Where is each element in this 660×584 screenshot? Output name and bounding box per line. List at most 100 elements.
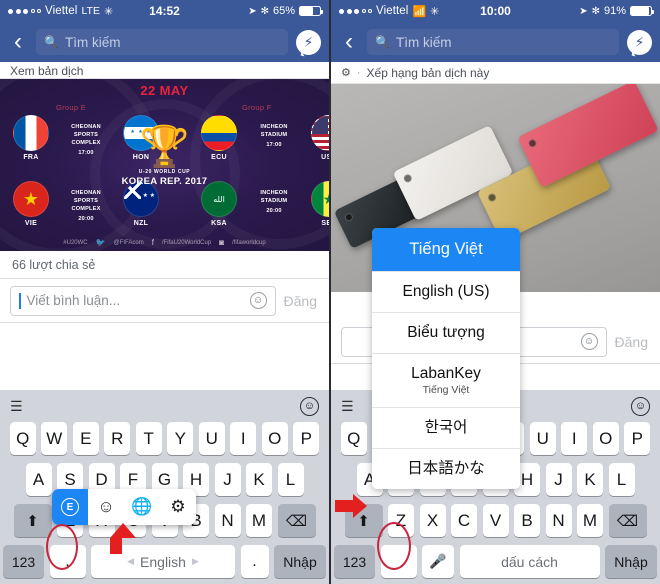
key-l[interactable]: L xyxy=(608,463,635,496)
key-w[interactable]: W xyxy=(41,422,68,455)
team-code: NZL xyxy=(133,220,149,227)
language-label: 한국어 xyxy=(424,419,468,437)
language-item-vietnamese[interactable]: Tiếng Việt xyxy=(372,228,520,272)
key-u[interactable]: U xyxy=(198,422,225,455)
post-button[interactable]: Đăng xyxy=(284,293,319,309)
key-b[interactable]: B xyxy=(514,504,540,537)
language-label: 日本語かな xyxy=(407,460,485,478)
language-item-korean[interactable]: 한국어 xyxy=(372,408,520,450)
venue-line: STADIUM xyxy=(260,132,288,139)
emoji-face-icon[interactable]: ☺ xyxy=(88,489,124,525)
period-key[interactable]: . xyxy=(240,545,269,578)
post-image-worldcup[interactable]: 22 MAY Group E Group F FRA CHEONAN SPORT… xyxy=(0,79,329,251)
space-key[interactable]: dấu cách xyxy=(459,545,600,578)
key-c[interactable]: C xyxy=(451,504,477,537)
language-item-english[interactable]: English (US) xyxy=(372,272,520,313)
team-away: NZL xyxy=(118,181,164,227)
language-label: English (US) xyxy=(402,282,490,300)
back-chevron-icon[interactable]: ‹ xyxy=(8,30,28,54)
share-count-row[interactable]: 66 lượt chia sẻ xyxy=(0,251,329,279)
battery-percent-label: 91% xyxy=(603,5,626,17)
twitter-icon: 🐦 xyxy=(95,238,106,247)
red-arrow-right-annotation xyxy=(335,494,367,518)
key-t[interactable]: T xyxy=(135,422,162,455)
key-j[interactable]: J xyxy=(214,463,241,496)
search-input[interactable]: 🔍 Tìm kiếm xyxy=(367,29,619,55)
key-i[interactable]: I xyxy=(561,422,588,455)
language-item-japanese[interactable]: 日本語かな xyxy=(372,449,520,489)
globe-key[interactable] xyxy=(380,545,417,578)
key-n[interactable]: N xyxy=(214,504,241,537)
key-q[interactable]: Q xyxy=(9,422,36,455)
key-k[interactable]: K xyxy=(577,463,603,496)
key-m[interactable]: M xyxy=(246,504,272,537)
emoji-e-badge-icon[interactable]: E xyxy=(52,489,88,525)
emoji-smiley-icon[interactable]: ☺ xyxy=(249,292,267,309)
key-o[interactable]: O xyxy=(592,422,619,455)
signal-dots-icon xyxy=(339,8,372,14)
search-input[interactable]: 🔍 Tìm kiếm xyxy=(36,29,288,55)
venue-info: CHEONAN SPORTS COMPLEX 20:00 xyxy=(57,181,115,223)
key-i[interactable]: I xyxy=(230,422,257,455)
microphone-icon[interactable]: 🎤 xyxy=(422,545,454,578)
comma-key[interactable]: , xyxy=(49,545,86,578)
key-l[interactable]: L xyxy=(277,463,304,496)
key-z[interactable]: Z xyxy=(388,504,414,537)
key-m[interactable]: M xyxy=(577,504,603,537)
match-row: KSA INCHEON STADIUM 20:00 SEN xyxy=(196,181,329,227)
gear-icon[interactable]: ⚙ xyxy=(160,489,196,525)
language-sublabel: Tiếng Việt xyxy=(422,384,470,397)
venue-info: INCHEON STADIUM 20:00 xyxy=(245,181,303,215)
key-x[interactable]: X xyxy=(419,504,446,537)
comment-input[interactable]: Viết bình luận... ☺ xyxy=(10,285,276,316)
venue-line: INCHEON xyxy=(260,124,288,130)
key-a[interactable]: A xyxy=(25,463,52,496)
key-j[interactable]: J xyxy=(545,463,572,496)
numbers-key[interactable]: 123 xyxy=(3,545,44,578)
enter-key[interactable]: Nhập xyxy=(274,545,326,578)
messenger-icon[interactable]: ⚡ xyxy=(627,29,652,55)
venue-line: SPORTS xyxy=(73,198,99,205)
language-item-labankey[interactable]: LabanKey Tiếng Việt xyxy=(372,354,520,409)
key-n[interactable]: N xyxy=(545,504,572,537)
see-translation-link[interactable]: Xem bản dịch xyxy=(0,62,329,79)
status-right-group: ➤ ✻ 65% xyxy=(248,5,323,17)
backspace-icon[interactable]: ⌫ xyxy=(277,504,316,537)
key-y[interactable]: Y xyxy=(167,422,194,455)
gear-icon[interactable]: ⚙ xyxy=(341,66,351,79)
wifi-icon: 📶 xyxy=(412,5,427,18)
key-v[interactable]: V xyxy=(482,504,509,537)
rate-translation-link[interactable]: ⚙ · Xếp hạng bản dịch này xyxy=(331,62,660,84)
key-u[interactable]: U xyxy=(529,422,556,455)
carrier-label: Viettel xyxy=(45,5,78,17)
emoji-smiley-icon[interactable]: ☺ xyxy=(580,333,598,350)
group-label-e: Group E xyxy=(56,103,87,112)
key-e[interactable]: E xyxy=(72,422,99,455)
messenger-icon[interactable]: ⚡ xyxy=(296,29,321,55)
keyboard-list-icon[interactable]: ☰ xyxy=(341,398,354,415)
globe-icon[interactable]: 🌐 xyxy=(124,489,160,525)
signal-dots-icon xyxy=(8,8,41,14)
battery-icon xyxy=(299,6,323,16)
emoji-smiley-icon[interactable]: ☺ xyxy=(631,396,650,416)
key-p[interactable]: P xyxy=(293,422,320,455)
shift-arrow-icon[interactable]: ⬆ xyxy=(13,504,52,537)
enter-key[interactable]: Nhập xyxy=(605,545,657,578)
tournament-title: KOREA REP. 2017 xyxy=(121,176,208,187)
emoji-smiley-icon[interactable]: ☺ xyxy=(300,396,319,416)
backspace-icon[interactable]: ⌫ xyxy=(608,504,647,537)
instagram-icon: ◙ xyxy=(219,238,225,247)
facebook-icon: f xyxy=(151,238,154,247)
post-button[interactable]: Đăng xyxy=(615,334,650,350)
back-chevron-icon[interactable]: ‹ xyxy=(339,30,359,54)
team-home: VIE xyxy=(8,181,54,227)
language-item-emoji[interactable]: Biểu tượng xyxy=(372,313,520,354)
key-r[interactable]: R xyxy=(104,422,131,455)
key-q[interactable]: Q xyxy=(340,422,367,455)
key-p[interactable]: P xyxy=(624,422,651,455)
keyboard-list-icon[interactable]: ☰ xyxy=(10,398,23,415)
language-label: Tiếng Việt xyxy=(409,240,483,258)
key-k[interactable]: K xyxy=(246,463,272,496)
key-o[interactable]: O xyxy=(261,422,288,455)
numbers-key[interactable]: 123 xyxy=(334,545,375,578)
